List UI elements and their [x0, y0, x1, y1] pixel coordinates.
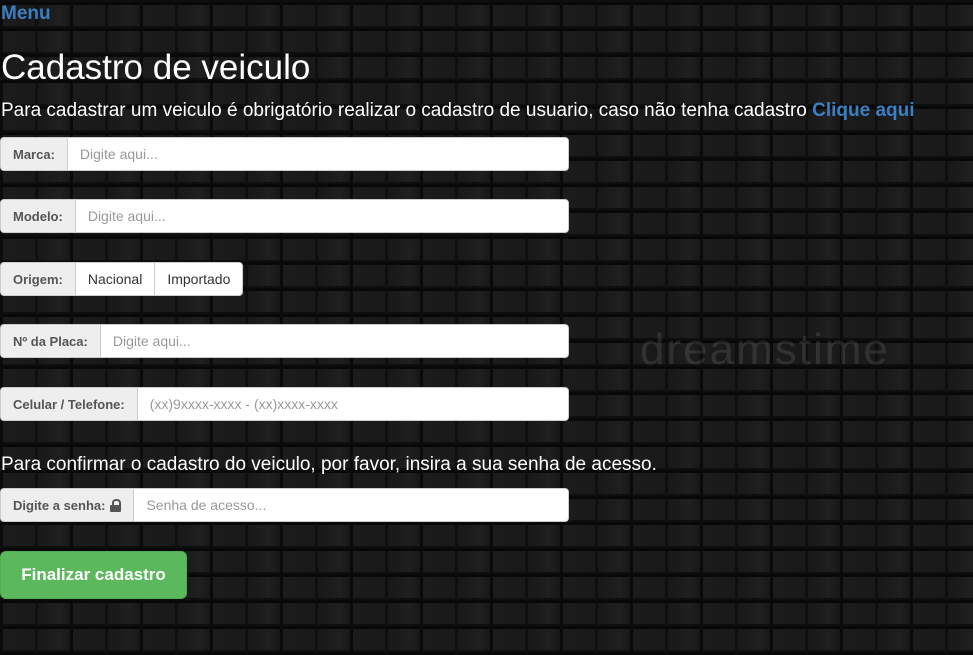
modelo-label: Modelo:	[0, 199, 75, 233]
marca-label: Marca:	[0, 137, 67, 171]
senha-input[interactable]	[133, 488, 569, 522]
telefone-input[interactable]	[136, 387, 569, 421]
telefone-input-group: Celular / Telefone:	[0, 387, 569, 421]
watermark: dreamstime	[640, 325, 890, 374]
marca-input[interactable]	[66, 137, 569, 171]
placa-label: Nº da Placa:	[0, 324, 100, 358]
modelo-input-group: Modelo:	[0, 199, 569, 233]
marca-input-group: Marca:	[0, 137, 569, 171]
senha-addon: Digite a senha:	[0, 488, 134, 522]
origem-input-group: Origem: Nacional Importado	[0, 262, 244, 296]
lock-icon	[110, 498, 122, 512]
senha-label: Digite a senha:	[13, 497, 106, 513]
placa-input-group: Nº da Placa:	[0, 324, 569, 358]
intro-message: Para cadastrar um veiculo é obrigatório …	[1, 100, 813, 121]
modelo-input[interactable]	[74, 199, 569, 233]
finalizar-cadastro-button[interactable]: Finalizar cadastro	[0, 551, 187, 599]
origem-option-nacional[interactable]: Nacional	[74, 262, 156, 296]
telefone-label: Celular / Telefone:	[0, 387, 137, 421]
confirm-password-text: Para confirmar o cadastro do veiculo, po…	[1, 454, 657, 475]
senha-input-group: Digite a senha:	[0, 488, 569, 522]
menu-link[interactable]: Menu	[1, 3, 51, 25]
page-title: Cadastro de veiculo	[1, 48, 311, 87]
origem-option-importado[interactable]: Importado	[155, 262, 244, 296]
intro-text: Para cadastrar um veiculo é obrigatório …	[1, 100, 915, 122]
register-user-link[interactable]: Clique aqui	[812, 100, 914, 121]
placa-input[interactable]	[99, 324, 569, 358]
origem-label: Origem:	[0, 262, 75, 296]
